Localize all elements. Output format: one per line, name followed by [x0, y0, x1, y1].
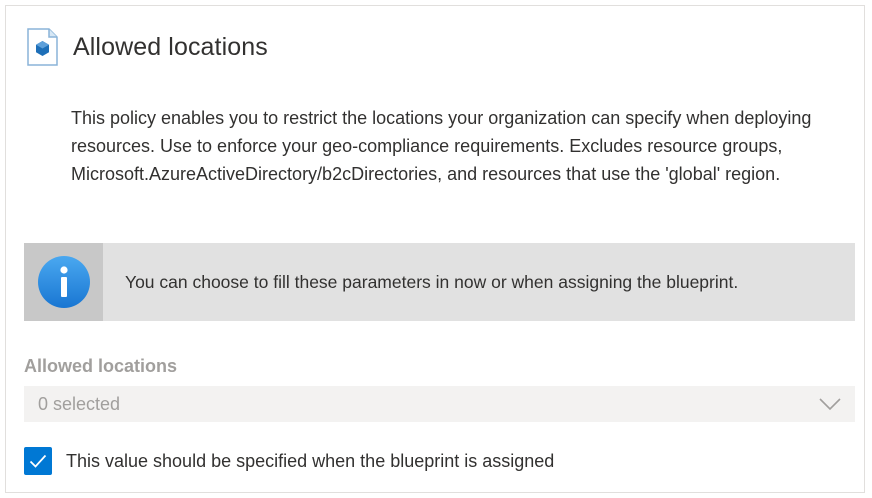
- specify-on-assign-checkbox[interactable]: [24, 447, 52, 475]
- info-icon: [37, 256, 90, 308]
- info-message-bar: You can choose to fill these parameters …: [24, 243, 855, 321]
- info-message-text: You can choose to fill these parameters …: [125, 271, 739, 292]
- checkmark-icon: [29, 454, 47, 468]
- info-icon-container: [24, 243, 103, 321]
- policy-description: This policy enables you to restrict the …: [71, 108, 812, 184]
- chevron-down-icon: [819, 398, 841, 411]
- specify-on-assign-option[interactable]: This value should be specified when the …: [24, 447, 554, 475]
- allowed-locations-dropdown[interactable]: 0 selected: [24, 386, 855, 422]
- page-title: Allowed locations: [73, 32, 268, 61]
- policy-parameters-panel: Allowed locations This policy enables yo…: [5, 5, 865, 493]
- allowed-locations-label: Allowed locations: [24, 356, 178, 376]
- dropdown-selected-value: 0 selected: [38, 393, 121, 414]
- policy-icon: [27, 28, 58, 66]
- panel-header: Allowed locations: [26, 28, 268, 66]
- checkbox-label: This value should be specified when the …: [66, 450, 555, 471]
